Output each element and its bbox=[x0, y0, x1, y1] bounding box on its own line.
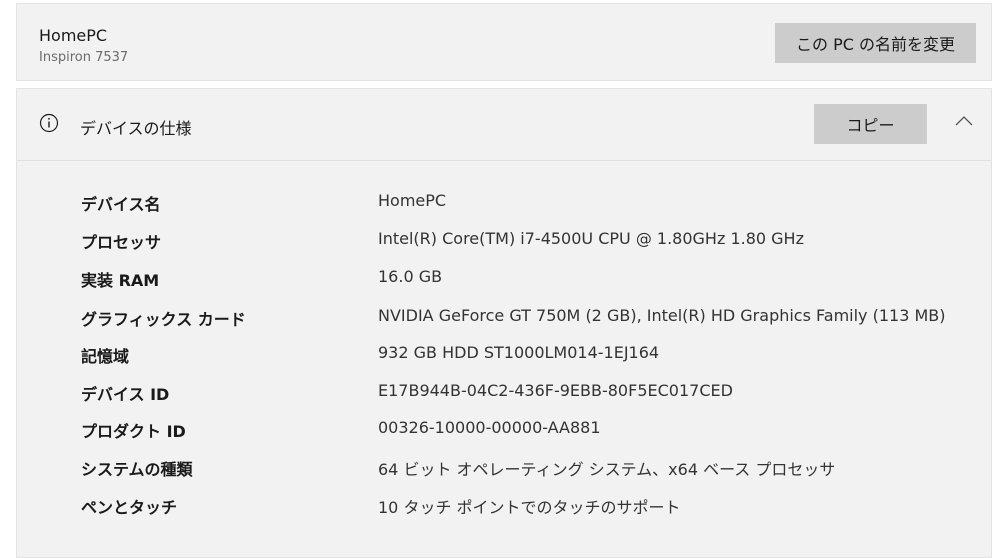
spec-value: HomePC bbox=[378, 191, 447, 210]
pc-name: HomePC bbox=[39, 26, 108, 45]
spec-label: プロセッサ bbox=[81, 233, 162, 252]
chevron-up-icon[interactable] bbox=[954, 114, 974, 128]
spec-row-ram: 実装 RAM 16.0 GB bbox=[17, 263, 991, 293]
spec-value: 64 ビット オペレーティング システム、x64 ベース プロセッサ bbox=[378, 460, 836, 479]
spec-label: ペンとタッチ bbox=[81, 498, 178, 517]
device-specifications-section: デバイスの仕様 コピー デバイス名 HomePC プロセッサ Intel(R) … bbox=[16, 88, 992, 558]
info-icon bbox=[39, 113, 59, 133]
spec-value: 00326-10000-00000-AA881 bbox=[378, 418, 601, 437]
spec-label: 記憶域 bbox=[81, 347, 130, 366]
spec-row-system-type: システムの種類 64 ビット オペレーティング システム、x64 ベース プロセ… bbox=[17, 452, 991, 482]
spec-row-device-name: デバイス名 HomePC bbox=[17, 187, 991, 217]
spec-label: デバイス名 bbox=[81, 195, 161, 214]
spec-row-storage: 記憶域 932 GB HDD ST1000LM014-1EJ164 bbox=[17, 339, 991, 369]
device-specifications-title: デバイスの仕様 bbox=[80, 119, 192, 138]
spec-value: 932 GB HDD ST1000LM014-1EJ164 bbox=[378, 343, 660, 362]
spec-value: 10 タッチ ポイントでのタッチのサポート bbox=[378, 498, 681, 517]
copy-button[interactable]: コピー bbox=[814, 104, 927, 144]
spec-row-product-id: プロダクト ID 00326-10000-00000-AA881 bbox=[17, 414, 991, 444]
spec-value: Intel(R) Core(TM) i7-4500U CPU @ 1.80GHz… bbox=[378, 229, 804, 248]
spec-value: 16.0 GB bbox=[378, 267, 443, 286]
device-name-card: HomePC Inspiron 7537 この PC の名前を変更 bbox=[16, 3, 992, 81]
spec-row-device-id: デバイス ID E17B944B-04C2-436F-9EBB-80F5EC01… bbox=[17, 377, 991, 407]
spec-label: 実装 RAM bbox=[81, 271, 160, 290]
spec-row-processor: プロセッサ Intel(R) Core(TM) i7-4500U CPU @ 1… bbox=[17, 225, 991, 255]
spec-label: グラフィックス カード bbox=[81, 310, 246, 329]
spec-row-graphics-card: グラフィックス カード NVIDIA GeForce GT 750M (2 GB… bbox=[17, 302, 991, 332]
spec-row-pen-and-touch: ペンとタッチ 10 タッチ ポイントでのタッチのサポート bbox=[17, 490, 991, 520]
pc-model: Inspiron 7537 bbox=[39, 50, 129, 65]
spec-label: プロダクト ID bbox=[81, 422, 186, 441]
spec-label: システムの種類 bbox=[81, 460, 193, 479]
device-specifications-header[interactable]: デバイスの仕様 コピー bbox=[17, 89, 991, 161]
spec-value: E17B944B-04C2-436F-9EBB-80F5EC017CED bbox=[378, 381, 733, 400]
spec-label: デバイス ID bbox=[81, 385, 170, 404]
spec-value: NVIDIA GeForce GT 750M (2 GB), Intel(R) … bbox=[378, 306, 946, 325]
rename-pc-button[interactable]: この PC の名前を変更 bbox=[775, 23, 976, 63]
